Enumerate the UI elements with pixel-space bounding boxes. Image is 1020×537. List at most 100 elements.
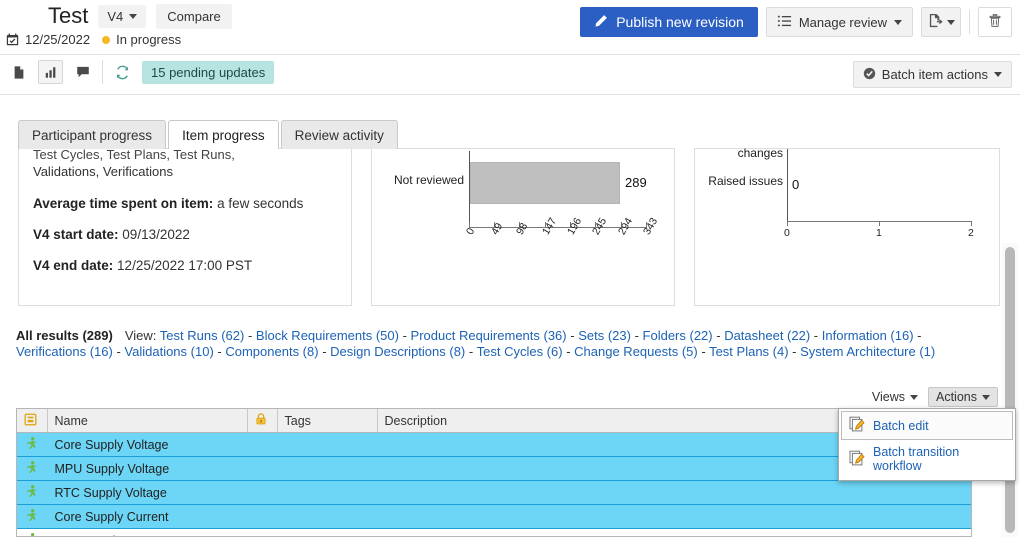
running-person-icon [25,439,38,453]
view-link-9[interactable]: Components (8) [225,344,318,359]
view-link-6[interactable]: Information (16) [822,328,914,343]
row-name-cell[interactable]: RTC Supply Current [47,529,247,537]
row-name-cell[interactable]: RTC Supply Voltage [47,481,247,505]
summary-value-end-date: 12/25/2022 17:00 PST [117,258,252,273]
row-tags-cell [277,433,377,457]
vertical-scrollbar[interactable] [1002,243,1018,537]
views-button-label: Views [872,390,905,404]
view-link-separator: - [214,344,222,359]
view-link-14[interactable]: System Architecture (1) [800,344,935,359]
chart1-xtick-7: 343 [641,216,660,237]
actions-button-label: Actions [936,390,977,404]
view-link-5[interactable]: Datasheet (22) [724,328,810,343]
running-person-icon [25,463,38,477]
menu-item-batch-edit-label: Batch edit [873,419,929,433]
not-reviewed-chart-panel: Not reviewed 289 0 49 98 147 19 [371,148,675,306]
view-link-separator: - [631,328,639,343]
table-toolbar: Views Actions [864,387,998,407]
column-header-type[interactable] [17,409,47,433]
publish-button-label: Publish new revision [616,14,744,30]
actions-button[interactable]: Actions [928,387,998,407]
view-link-11[interactable]: Test Cycles (6) [477,344,563,359]
table-row[interactable]: RTC Supply Current [17,529,971,537]
sub-toolbar: 15 pending updates Batch item actions [0,56,1020,95]
chart1-xtick-6: 294 [616,216,635,237]
row-lock-cell [247,481,277,505]
column-header-lock[interactable] [247,409,277,433]
view-link-separator: - [713,328,721,343]
view-link-separator: - [789,344,797,359]
tab-participant-progress[interactable]: Participant progress [18,120,166,149]
table-row[interactable]: Core Supply Current [17,505,971,529]
batch-item-actions-wrap: Batch item actions [853,61,1012,88]
summary-row-average-time: Average time spent on item: a few second… [33,196,337,211]
menu-item-batch-transition-workflow[interactable]: Batch transition workflow [841,440,1013,478]
view-link-2[interactable]: Product Requirements (36) [411,328,567,343]
item-summary-panel: Test Cycles, Test Plans, Test Runs, Vali… [18,148,352,306]
table-row[interactable]: Core Supply Voltage [17,433,971,457]
view-link-13[interactable]: Test Plans (4) [709,344,788,359]
chart1-xtick-2: 98 [514,221,530,237]
row-name-cell[interactable]: Core Supply Current [47,505,247,529]
batch-item-actions-button[interactable]: Batch item actions [853,61,1012,88]
table-row[interactable]: RTC Supply Voltage [17,481,971,505]
tab-review-activity[interactable]: Review activity [281,120,398,149]
column-header-name[interactable]: Name [47,409,247,433]
chart1-xtick-3: 147 [540,216,559,237]
view-link-3[interactable]: Sets (23) [578,328,631,343]
menu-item-batch-edit[interactable]: Batch edit [841,411,1013,440]
view-link-12[interactable]: Change Requests (5) [574,344,698,359]
row-lock-cell [247,505,277,529]
row-lock-cell [247,433,277,457]
export-button[interactable] [921,7,961,37]
pending-updates-badge[interactable]: 15 pending updates [142,61,274,84]
view-link-8[interactable]: Validations (10) [124,344,213,359]
page-title: Test [48,3,88,29]
table-body: Core Supply VoltageMPU Supply VoltageRTC… [17,433,971,537]
view-link-10[interactable]: Design Descriptions (8) [330,344,465,359]
chart1-category-label-0: Not reviewed [376,174,464,187]
document-view-icon[interactable] [6,60,31,84]
view-link-separator: - [399,328,407,343]
chart1-bar-value-0: 289 [625,175,647,190]
title-row: Test V4 Compare [48,3,232,29]
row-tags-cell [277,505,377,529]
view-link-7[interactable]: Verifications (16) [16,344,113,359]
column-header-tags[interactable]: Tags [277,409,377,433]
version-selector[interactable]: V4 [98,5,146,28]
meta-row: 12/25/2022 In progress [6,32,181,47]
comment-view-icon[interactable] [70,60,95,84]
row-name-cell[interactable]: MPU Supply Voltage [47,457,247,481]
manage-review-label: Manage review [799,15,887,30]
manage-review-button[interactable]: Manage review [766,7,913,37]
chevron-down-icon [947,20,955,25]
summary-label-average-time: Average time spent on item: [33,196,213,211]
progress-tabs: Participant progress Item progress Revie… [18,120,400,149]
scrollbar-thumb[interactable] [1005,247,1015,533]
status-badge: In progress [116,32,181,47]
compare-button[interactable]: Compare [156,4,231,29]
row-lock-cell [247,529,277,537]
view-link-separator: - [244,328,252,343]
calendar-icon [6,33,19,46]
view-link-separator: - [810,328,818,343]
edit-document-icon [849,416,865,435]
view-link-0[interactable]: Test Runs (62) [160,328,245,343]
delete-button[interactable] [978,7,1012,37]
tab-item-progress[interactable]: Item progress [168,120,279,149]
trash-icon [988,13,1002,31]
table-row[interactable]: MPU Supply Voltage [17,457,971,481]
row-tags-cell [277,481,377,505]
running-person-icon [25,487,38,501]
version-selector-label: V4 [107,9,123,24]
chart2-category-label-1: Raised issues [695,175,783,188]
refresh-icon[interactable] [110,60,135,84]
chart-view-icon[interactable] [38,60,63,84]
views-button[interactable]: Views [864,387,926,407]
review-date: 12/25/2022 [25,32,90,47]
view-link-1[interactable]: Block Requirements (50) [256,328,399,343]
publish-new-revision-button[interactable]: Publish new revision [580,7,758,37]
chart1-xtick-1: 49 [489,221,505,237]
view-link-4[interactable]: Folders (22) [643,328,713,343]
row-name-cell[interactable]: Core Supply Voltage [47,433,247,457]
